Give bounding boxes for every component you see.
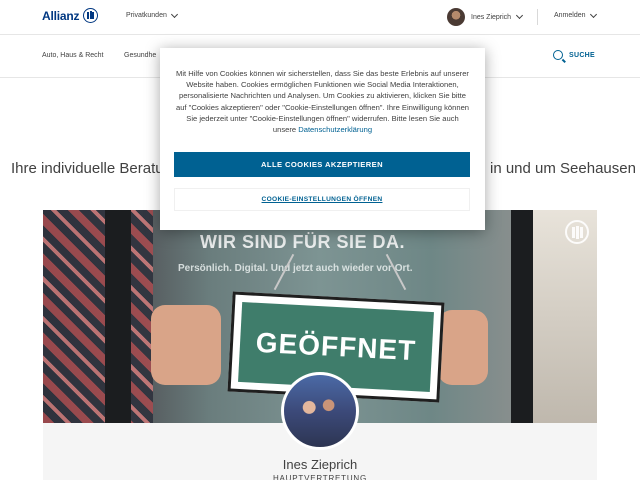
chevron-down-icon: [170, 10, 178, 18]
door-frame-right: [511, 210, 533, 423]
agent-profile-role: HAUPTVERTRETUNG: [272, 474, 368, 480]
allianz-logo[interactable]: Allianz: [42, 8, 99, 23]
hero-background-right: [533, 210, 597, 423]
search-button[interactable]: SUCHE: [553, 50, 595, 60]
hero-headline: WIR SIND FÜR SIE DA.: [200, 232, 406, 252]
open-sign-text: GEÖFFNET: [255, 326, 417, 367]
login-label: Anmelden: [554, 12, 586, 19]
chevron-down-icon: [516, 11, 524, 20]
hand-right: [438, 310, 488, 385]
allianz-eagle-icon: [83, 8, 99, 23]
cookie-consent-text: Mit Hilfe von Cookies können wir sichers…: [174, 68, 471, 135]
door-frame-left: [105, 210, 131, 423]
agent-name: Ines Zieprich: [471, 13, 512, 21]
nav-item-auto-haus-recht[interactable]: Auto, Haus & Recht: [42, 52, 103, 59]
login-dropdown[interactable]: Anmelden: [554, 10, 597, 19]
agent-profile-name: Ines Zieprich: [282, 457, 358, 472]
segment-label: Privatkunden: [126, 12, 167, 19]
privacy-policy-link[interactable]: Datenschutzerklärung: [298, 125, 372, 134]
divider: [537, 9, 538, 25]
search-icon: [553, 50, 563, 60]
hand-left: [151, 305, 221, 385]
nav-item-gesundheit[interactable]: Gesundhe: [124, 52, 156, 59]
logo-text: Allianz: [42, 8, 80, 23]
cookie-consent-dialog: Mit Hilfe von Cookies können wir sichers…: [160, 48, 485, 230]
intro-text-left: Ihre individuelle Beratu: [11, 160, 164, 177]
accept-all-cookies-button[interactable]: ALLE COOKIES AKZEPTIEREN: [174, 152, 470, 177]
agent-photo: [281, 372, 359, 450]
avatar: [447, 8, 465, 26]
hero-background-left: [43, 210, 153, 423]
open-cookie-settings-button[interactable]: COOKIE-EINSTELLUNGEN ÖFFNEN: [174, 188, 470, 211]
hero-subline: Persönlich. Digital. Und jetzt auch wied…: [178, 263, 413, 274]
chevron-down-icon: [589, 10, 597, 18]
top-bar: Allianz Privatkunden Ines Zieprich Anmel…: [0, 0, 640, 35]
search-label: SUCHE: [569, 51, 596, 59]
allianz-eagle-icon: [565, 220, 589, 244]
intro-text-right: in und um Seehausen: [490, 160, 636, 177]
agent-menu[interactable]: Ines Zieprich: [447, 8, 524, 26]
segment-dropdown[interactable]: Privatkunden: [126, 10, 178, 19]
